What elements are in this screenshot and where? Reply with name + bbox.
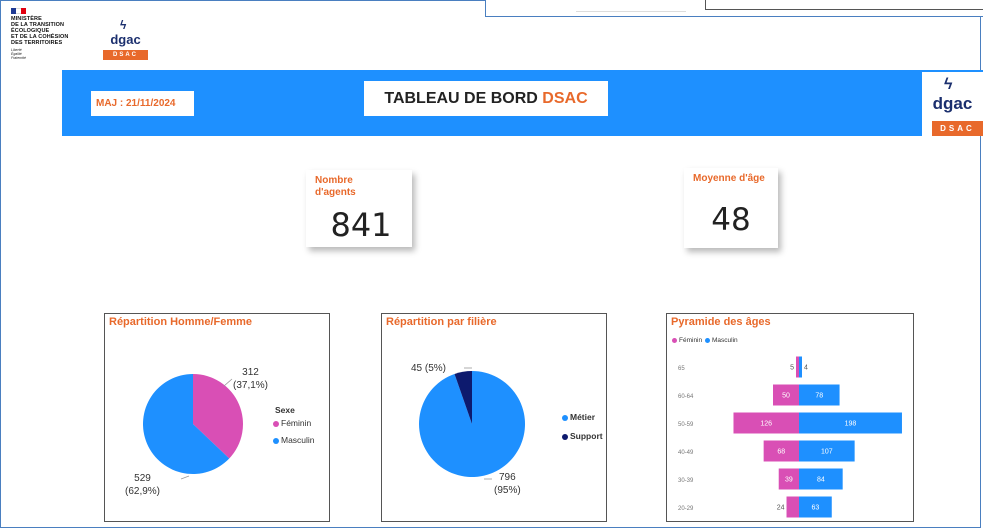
data-label: 39 xyxy=(785,477,793,484)
kpi-age-card: Moyenne d'âge 48 xyxy=(684,168,778,248)
age-category-label: 20-29 xyxy=(678,506,694,512)
kpi-agents-value: 841 xyxy=(330,206,392,244)
age-category-label: 30-39 xyxy=(678,478,694,484)
data-label: 5 xyxy=(790,365,794,372)
bar-masculin[interactable] xyxy=(799,356,802,378)
data-label: 84 xyxy=(817,477,825,484)
kpi-age-label: Moyenne d'âge xyxy=(693,173,765,184)
legend-item-metier[interactable]: Métier xyxy=(562,412,595,422)
dgac-logo-banner: ϟ dgac DSAC xyxy=(922,72,983,136)
age-category-label: 60-64 xyxy=(678,394,694,400)
data-label: 126 xyxy=(760,421,772,428)
ministry-name: MINISTÈRE DE LA TRANSITION ÉCOLOGIQUE ET… xyxy=(11,16,69,46)
pie-slice-metier[interactable] xyxy=(419,371,526,477)
data-label: 24 xyxy=(777,505,785,512)
legend-item-feminin[interactable]: Féminin xyxy=(273,418,311,428)
bar-feminin[interactable] xyxy=(786,496,799,518)
data-label: 50 xyxy=(782,393,790,400)
age-category-label: 50-59 xyxy=(678,422,694,428)
data-label: 78 xyxy=(815,393,823,400)
kpi-age-value: 48 xyxy=(711,202,751,238)
ministry-logo: MINISTÈRE DE LA TRANSITION ÉCOLOGIQUE ET… xyxy=(11,8,96,60)
bar-feminin[interactable] xyxy=(796,356,799,378)
kpi-agents-card: Nombre d'agents 841 xyxy=(306,170,412,247)
slice-label-feminin: 312 (37,1%) xyxy=(233,367,269,391)
kpi-agents-label: Nombre d'agents xyxy=(315,175,356,198)
plane-icon: ϟ xyxy=(120,18,127,32)
background-window xyxy=(485,0,983,17)
age-category-label: 40-49 xyxy=(678,450,694,456)
dgac-logo: ϟ dgac DSAC xyxy=(103,17,148,60)
slice-label-masculin: 529 (62,9%) xyxy=(125,473,161,497)
data-label: 198 xyxy=(845,421,857,428)
legend-item-support[interactable]: Support xyxy=(562,431,603,441)
data-label: 68 xyxy=(777,449,785,456)
data-label: 107 xyxy=(821,449,833,456)
data-label: 63 xyxy=(811,505,819,512)
header-banner: MAJ : 21/11/2024 TABLEAU DE BORD DSAC ϟ … xyxy=(62,70,983,136)
slice-label-metier: 796 (95%) xyxy=(494,472,521,496)
age-pyramid-panel: Pyramide des âges Féminin Masculin 65 5 4 6… xyxy=(666,313,914,522)
slice-label-support: 45 (5%) xyxy=(411,363,447,374)
filiere-chart-panel: Répartition par filière 45 (5%) 796 (95%… xyxy=(381,313,607,522)
ministry-motto: Liberté Égalité Fraternité xyxy=(11,48,26,60)
data-label: 4 xyxy=(804,365,808,372)
page-title: TABLEAU DE BORD DSAC xyxy=(364,81,608,116)
french-flag-icon xyxy=(11,8,26,14)
update-date: MAJ : 21/11/2024 xyxy=(91,91,194,116)
gender-chart-panel: Répartition Homme/Femme 312 (37,1%) 529 … xyxy=(104,313,330,522)
age-category-label: 65 xyxy=(678,366,685,372)
plane-icon: ϟ xyxy=(944,76,953,93)
legend-item-masculin[interactable]: Masculin xyxy=(273,435,315,445)
legend-title: Sexe xyxy=(275,405,295,415)
